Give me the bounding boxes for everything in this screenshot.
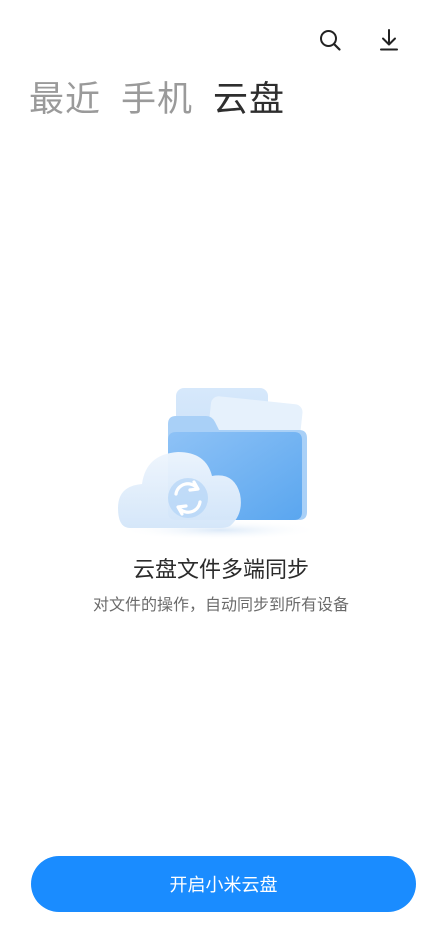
enable-cloud-button[interactable]: 开启小米云盘 xyxy=(31,856,416,912)
more-options-button[interactable] xyxy=(430,22,442,58)
empty-state-title: 云盘文件多端同步 xyxy=(132,558,309,583)
download-button[interactable] xyxy=(371,22,407,58)
top-toolbar xyxy=(242,22,442,58)
tab-recent[interactable]: 最近 xyxy=(29,78,101,122)
download-icon xyxy=(380,29,398,51)
search-button[interactable] xyxy=(312,22,348,58)
tab-cloud[interactable]: 云盘 xyxy=(213,78,285,122)
tab-bar: 最近 手机 云盘 xyxy=(29,78,285,122)
cloud-sync-folder-illustration xyxy=(110,378,330,548)
search-icon xyxy=(320,30,341,51)
tab-phone[interactable]: 手机 xyxy=(121,78,193,122)
empty-state-subtitle: 对文件的操作，自动同步到所有设备 xyxy=(92,595,349,614)
